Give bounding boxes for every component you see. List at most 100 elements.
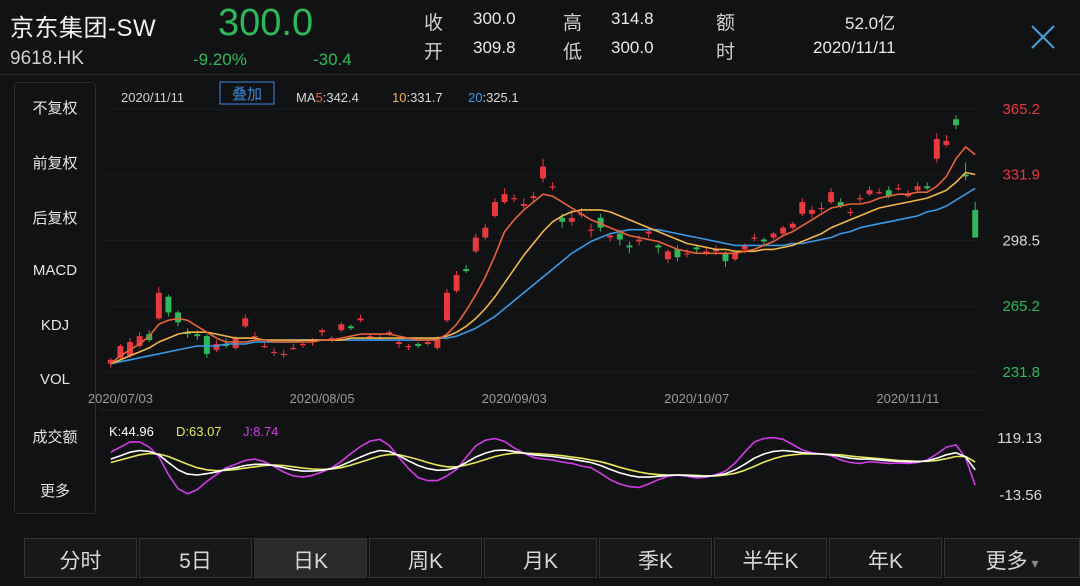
- candle-body: [261, 345, 268, 348]
- candle-body: [732, 253, 739, 260]
- candle-body: [540, 166, 546, 179]
- date-tick-label: 2020/09/03: [482, 391, 547, 406]
- tab-quarterly-k[interactable]: 季K: [599, 538, 712, 578]
- candle-body: [914, 186, 921, 191]
- candle-body: [338, 324, 345, 331]
- overlay-button[interactable]: 叠加: [232, 86, 262, 103]
- legend-ma20-value: :325.1: [482, 90, 518, 105]
- kdj-tick-label: 119.13: [997, 430, 1042, 447]
- kdj-j-line: [110, 436, 976, 495]
- candle-body: [347, 326, 354, 329]
- candle-body: [520, 204, 527, 206]
- candle-body: [799, 202, 806, 214]
- candle-body: [933, 138, 940, 159]
- candle-body: [549, 186, 556, 188]
- candle-body: [367, 336, 374, 338]
- candle-body: [424, 342, 431, 345]
- date-tick-label: 2020/10/07: [664, 391, 729, 406]
- candle-body: [645, 231, 652, 234]
- legend-date: 2020/11/11: [121, 90, 184, 105]
- candle-body: [953, 119, 959, 126]
- candle-body: [751, 237, 758, 239]
- date-tick-label: 2020/11/11: [876, 391, 939, 406]
- candle-body: [760, 239, 767, 242]
- legend-ma20: 20:325.1: [468, 90, 519, 105]
- period-tabs: 分时 5日 日K 周K 月K 季K 半年K 年K 更多 ▾: [24, 538, 1080, 578]
- tab-intraday[interactable]: 分时: [24, 538, 137, 578]
- candle-body: [789, 223, 796, 228]
- candle-body: [415, 344, 422, 346]
- tab-halfyear-k[interactable]: 半年K: [714, 538, 827, 578]
- legend-kdj-j: J:8.74: [243, 424, 278, 439]
- legend-ma5-value: :342.4: [323, 90, 359, 105]
- candle-body: [693, 247, 700, 250]
- candle-body: [155, 292, 162, 319]
- candle-body: [924, 186, 931, 189]
- candle-body: [828, 192, 835, 203]
- candle-body: [626, 245, 633, 248]
- candle-body: [943, 140, 950, 145]
- candle-body: [271, 351, 278, 354]
- candle-body: [357, 318, 364, 321]
- candle-body: [972, 209, 979, 238]
- candle-body: [895, 188, 902, 190]
- tab-daily-k[interactable]: 日K: [254, 538, 367, 578]
- candle-body: [395, 342, 402, 345]
- candle-body: [636, 239, 643, 242]
- candle-body: [866, 190, 873, 195]
- candle-body: [847, 211, 854, 214]
- candle-body: [472, 237, 479, 252]
- price-tick-label: 365.2: [1002, 101, 1040, 118]
- candle-body: [607, 235, 614, 238]
- tab-weekly-k[interactable]: 周K: [369, 538, 482, 578]
- price-tick-label: 265.2: [1002, 298, 1040, 315]
- ma10-line: [110, 171, 976, 365]
- candle-body: [530, 196, 537, 199]
- candle-body: [194, 334, 201, 337]
- legend-ma20-num: 20: [468, 90, 482, 105]
- candle-body: [703, 251, 710, 253]
- candle-body: [818, 207, 825, 210]
- candle-body: [175, 312, 182, 323]
- candle-body: [808, 209, 815, 214]
- tab-yearly-k[interactable]: 年K: [829, 538, 942, 578]
- date-tick-label: 2020/07/03: [88, 391, 153, 406]
- candle-body: [251, 336, 258, 338]
- candle-body: [165, 296, 172, 313]
- candle-body: [319, 330, 326, 333]
- candle-body: [482, 227, 489, 238]
- candle-body: [856, 198, 863, 200]
- candle-body: [242, 318, 249, 327]
- kline-chart: 365.2 331.9 298.5 265.2 231.8 2020/07/03 2020/…: [88, 81, 1042, 504]
- tab-more[interactable]: 更多 ▾: [944, 538, 1080, 578]
- legend-ma5-num: 5: [316, 90, 323, 105]
- price-tick-label: 298.5: [1002, 233, 1040, 250]
- legend-ma5-prefix: MA: [296, 90, 316, 105]
- candle-body: [443, 292, 450, 321]
- legend-ma10: 10:331.7: [392, 90, 443, 105]
- date-tick-label: 2020/08/05: [290, 391, 355, 406]
- candle-body: [511, 198, 518, 200]
- tab-monthly-k[interactable]: 月K: [484, 538, 597, 578]
- legend-ma10-value: :331.7: [406, 90, 442, 105]
- candle-body: [655, 245, 662, 248]
- candle-body: [722, 253, 729, 262]
- price-tick-label: 231.8: [1002, 364, 1040, 381]
- candle-body: [616, 233, 623, 240]
- legend-kdj-k: K:44.96: [109, 424, 154, 439]
- candle-body: [280, 353, 287, 356]
- chevron-down-icon: ▾: [1031, 555, 1039, 571]
- candle-body: [780, 227, 787, 234]
- tab-5day[interactable]: 5日: [139, 538, 252, 578]
- candle-body: [501, 194, 508, 203]
- candle-body: [770, 233, 777, 238]
- legend-kdj-d: D:63.07: [176, 424, 222, 439]
- legend-ma10-num: 10: [392, 90, 406, 105]
- tab-more-label: 更多: [985, 550, 1028, 573]
- candle-body: [876, 192, 883, 194]
- candle-body: [290, 347, 297, 350]
- candle-body: [405, 345, 412, 348]
- candle-body: [203, 336, 210, 354]
- candle-body: [463, 269, 470, 272]
- kdj-d-line: [110, 452, 976, 477]
